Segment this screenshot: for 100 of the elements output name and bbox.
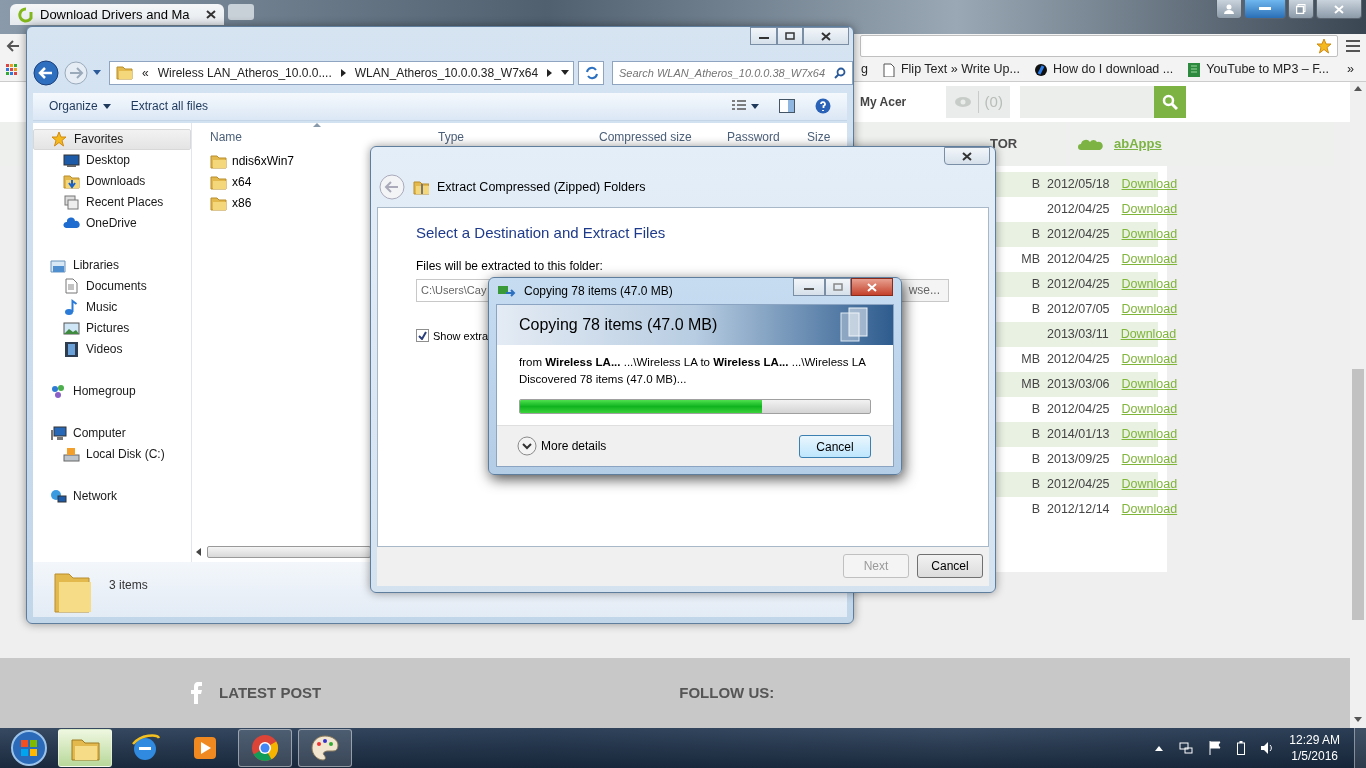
file-size: B xyxy=(1031,402,1040,417)
refresh-button[interactable] xyxy=(578,60,604,85)
nav-item[interactable]: Favorites xyxy=(33,128,191,150)
clock-date[interactable]: 1/5/2016 xyxy=(1289,748,1340,765)
footer-heading: LATEST POST xyxy=(219,682,322,703)
browser-tab[interactable]: Download Drivers and Ma xyxy=(10,4,224,25)
nav-item[interactable]: Recent Places xyxy=(33,191,191,213)
breadcrumb-overflow[interactable]: « xyxy=(142,63,149,82)
scrollbar-thumb[interactable] xyxy=(207,546,371,558)
back-arrow-icon[interactable] xyxy=(6,39,20,53)
close-button[interactable] xyxy=(851,278,893,296)
menu-icon[interactable] xyxy=(1346,40,1360,52)
toolbar-button[interactable]: Extract all files xyxy=(122,95,217,118)
close-button[interactable] xyxy=(803,27,849,45)
account-link[interactable]: My Acer xyxy=(860,93,907,111)
caret-icon[interactable] xyxy=(561,70,570,76)
column-header[interactable]: Type xyxy=(438,127,464,146)
nav-link[interactable]: TOR xyxy=(990,134,1018,154)
breadcrumb[interactable]: WLAN_Atheros_10.0.0.38_W7x64 xyxy=(354,63,539,82)
nav-item[interactable]: Videos xyxy=(33,338,191,360)
clock-time[interactable]: 12:29 AM xyxy=(1289,731,1340,748)
palette-icon xyxy=(309,732,341,764)
nav-item[interactable]: Desktop xyxy=(33,149,191,171)
start-button[interactable] xyxy=(10,729,48,767)
nav-item[interactable]: Homegroup xyxy=(33,380,191,402)
film-icon xyxy=(63,340,80,358)
release-date: 2012/04/25 xyxy=(1047,351,1110,369)
nav-item[interactable]: Music xyxy=(33,296,191,318)
release-date: 2012/04/25 xyxy=(1047,276,1110,294)
minimize-button[interactable] xyxy=(750,27,777,45)
nav-item[interactable]: Documents xyxy=(33,275,191,297)
taskbar-app-button[interactable] xyxy=(238,729,292,767)
file-size: B xyxy=(1031,177,1040,192)
scroll-up-icon[interactable] xyxy=(1354,86,1362,91)
more-details-button[interactable]: More details xyxy=(517,436,607,456)
nav-item[interactable]: OneDrive xyxy=(33,212,191,234)
file-item[interactable]: ndis6xWin7 xyxy=(192,150,295,172)
apps-grid-icon[interactable] xyxy=(6,63,18,76)
bookmark-link[interactable]: Flip Text » Write Up... xyxy=(881,60,1020,79)
restore-icon xyxy=(833,283,843,291)
nav-item[interactable]: Libraries xyxy=(33,254,191,276)
music-note-icon xyxy=(63,298,80,316)
maximize-button[interactable] xyxy=(1288,0,1314,19)
dialog-heading: Select a Destination and Extract Files xyxy=(416,223,667,243)
close-icon xyxy=(867,282,877,292)
scrollbar-thumb[interactable] xyxy=(1352,369,1364,620)
release-date: 2013/09/25 xyxy=(1047,451,1110,469)
folder-icon xyxy=(210,173,227,191)
column-header[interactable]: Compressed size xyxy=(599,127,692,146)
release-date: 2012/05/18 xyxy=(1047,176,1110,194)
speaker-icon[interactable] xyxy=(1261,742,1274,754)
dialog-button[interactable]: Cancel xyxy=(917,554,983,579)
scroll-down-icon[interactable] xyxy=(1354,717,1362,722)
show-desktop-button[interactable] xyxy=(1354,728,1366,768)
minimize-button[interactable] xyxy=(793,278,825,296)
nav-item[interactable]: Network xyxy=(33,485,191,507)
column-header[interactable]: Password xyxy=(727,127,780,146)
checkbox[interactable] xyxy=(416,329,429,343)
nav-item[interactable]: Local Disk (C:) xyxy=(33,443,191,465)
battery-icon[interactable] xyxy=(1237,741,1246,755)
bookmarks-overflow-button[interactable]: » xyxy=(1347,60,1354,79)
bookmark-link[interactable]: YouTube to MP3 – F... xyxy=(1187,60,1329,79)
monitor-icon xyxy=(63,151,80,169)
tab-title: Download Drivers and Ma xyxy=(40,5,191,24)
back-button[interactable] xyxy=(33,59,59,86)
address-field[interactable] xyxy=(860,35,1338,57)
release-date: 2012/04/25 xyxy=(1047,476,1110,494)
file-item[interactable]: x64 xyxy=(192,171,252,193)
nav-item[interactable]: Computer xyxy=(33,422,191,444)
network-icon[interactable] xyxy=(1179,741,1194,755)
nav-item[interactable]: Pictures xyxy=(33,317,191,339)
breadcrumb[interactable]: Wireless LAN_Atheros_10.0.0.... xyxy=(157,63,332,82)
close-button[interactable] xyxy=(944,147,990,165)
flag-icon[interactable] xyxy=(1209,741,1222,755)
cancel-button[interactable]: Cancel xyxy=(799,434,871,458)
copy-arrows-icon xyxy=(498,284,516,298)
scroll-left-icon[interactable] xyxy=(196,548,201,556)
bookmark-link[interactable]: How do I download ... xyxy=(1034,60,1174,79)
tray-expand-icon[interactable] xyxy=(1155,745,1164,751)
refresh-icon xyxy=(585,65,599,80)
star-icon[interactable] xyxy=(1316,37,1333,55)
address-bar[interactable]: « Wireless LAN_Atheros_10.0.0.... WLAN_Atheros_10.0.0.38_W7x64 xyxy=(109,60,574,85)
release-date: 2013/03/06 xyxy=(1047,376,1110,394)
column-header[interactable]: Size xyxy=(807,127,831,146)
search-field[interactable]: Search WLAN_Atheros_10.0.0.38_W7x64 xyxy=(612,60,853,85)
file-item[interactable]: x86 xyxy=(192,192,252,214)
file-size: B xyxy=(1031,227,1040,242)
file-size: MB xyxy=(1021,352,1040,367)
folder-icon xyxy=(63,172,80,190)
maximize-button[interactable] xyxy=(777,27,803,45)
column-header[interactable]: Name xyxy=(210,127,242,146)
maximize-button[interactable] xyxy=(825,278,851,296)
toolbar-button[interactable]: Organize xyxy=(41,95,119,118)
close-button[interactable] xyxy=(1316,0,1362,19)
profile-button[interactable] xyxy=(1216,0,1242,19)
bookmark-link[interactable]: g xyxy=(861,60,868,79)
search-field[interactable] xyxy=(1020,86,1155,118)
taskbar-app-button[interactable] xyxy=(298,729,352,767)
nav-item[interactable]: Downloads xyxy=(33,170,191,192)
minimize-button[interactable] xyxy=(1244,0,1286,19)
